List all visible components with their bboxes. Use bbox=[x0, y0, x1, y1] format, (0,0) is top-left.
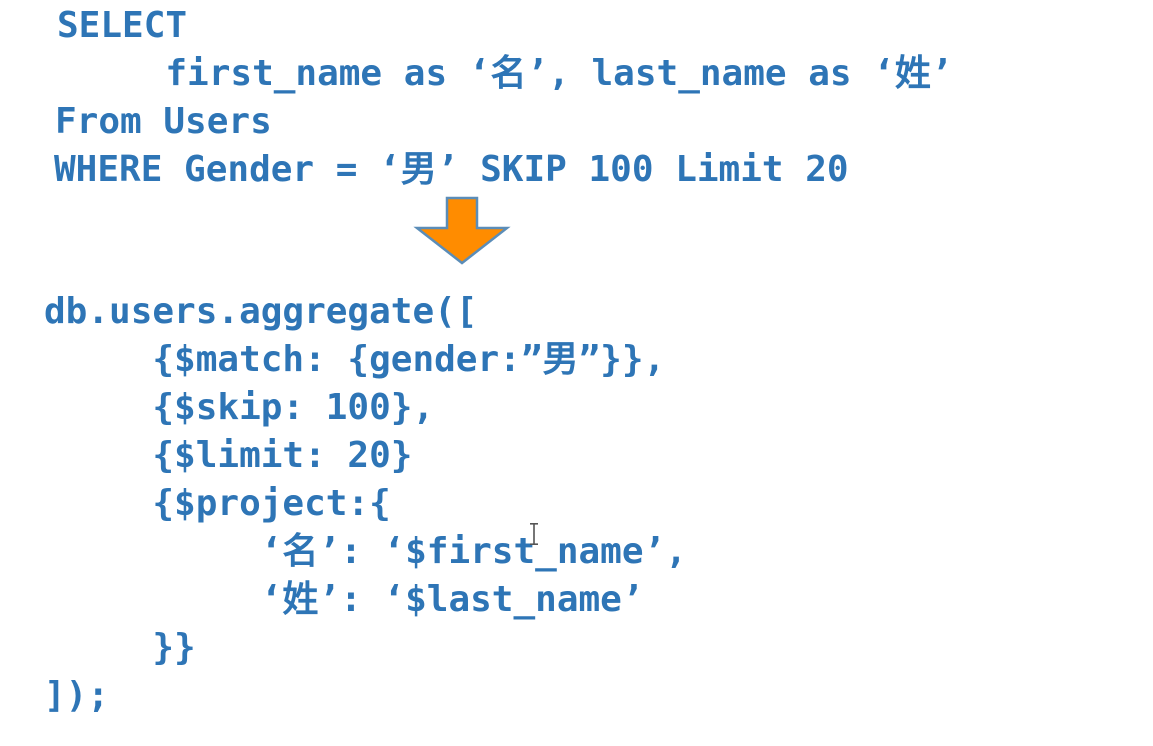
mongo-code-line: {$project:{ bbox=[44, 483, 391, 524]
mongo-code-line: ]); bbox=[44, 675, 110, 716]
arrow-down-icon bbox=[413, 196, 511, 266]
mongo-code-line: {$match: {gender:”男”}}, bbox=[44, 339, 666, 380]
sql-code-line: SELECT bbox=[57, 5, 188, 46]
mongo-code-line: ‘姓’: ‘$last_name’ bbox=[44, 579, 644, 620]
mongo-code-line: ‘名’: ‘$first_name’, bbox=[44, 531, 687, 572]
mongo-code-line: }} bbox=[44, 627, 196, 668]
mongo-code-line: db.users.aggregate([ bbox=[44, 291, 478, 332]
slide-canvas: SELECT first_name as ‘名’, last_name as ‘… bbox=[0, 0, 1153, 746]
mongo-code-line: {$skip: 100}, bbox=[44, 387, 435, 428]
sql-code-line: WHERE Gender = ‘男’ SKIP 100 Limit 20 bbox=[54, 149, 849, 190]
mongo-code-line: {$limit: 20} bbox=[44, 435, 413, 476]
sql-code-line: From Users bbox=[55, 101, 272, 142]
sql-code-line: first_name as ‘名’, last_name as ‘姓’ bbox=[57, 53, 953, 94]
